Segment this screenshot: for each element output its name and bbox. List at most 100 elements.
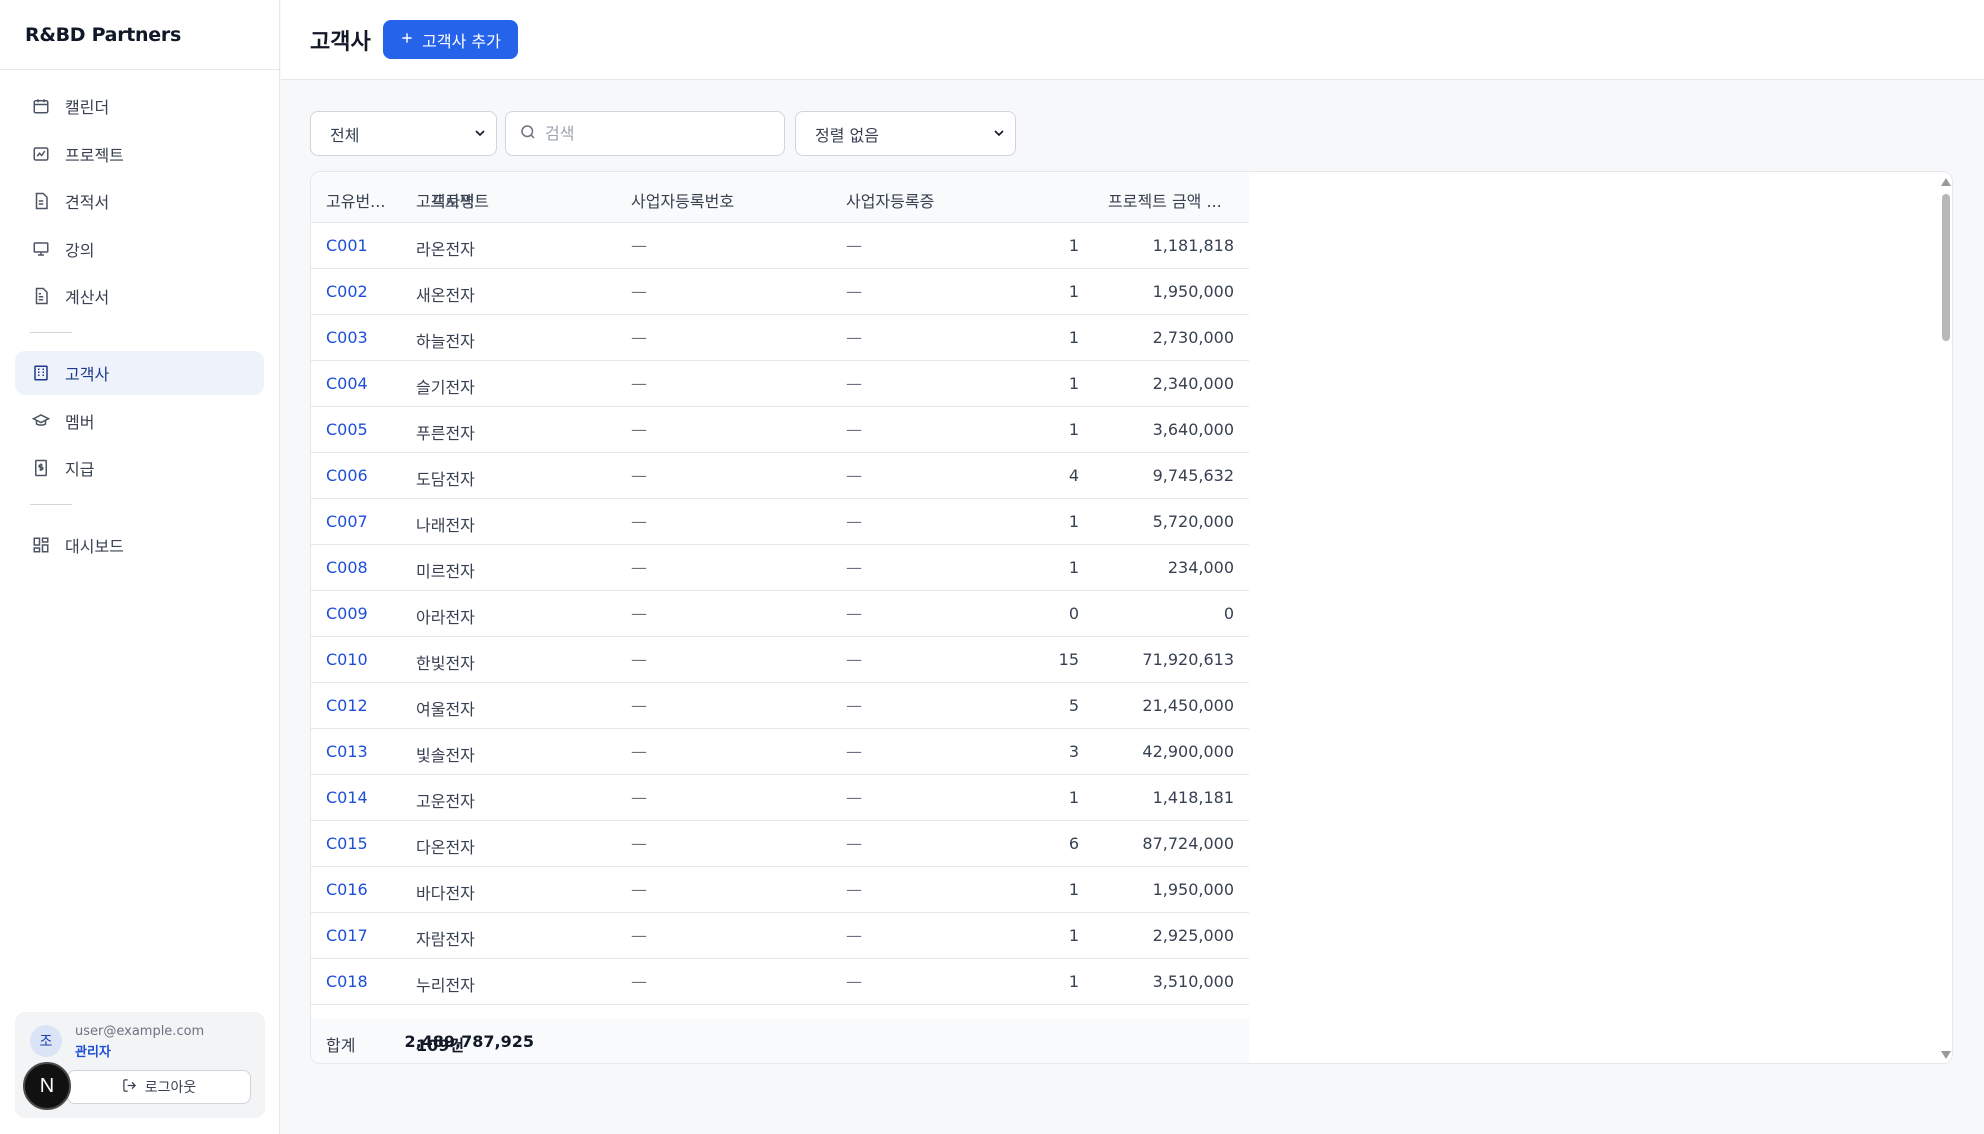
- client-code-link[interactable]: C012: [326, 696, 368, 715]
- sidebar-item-invoices[interactable]: 계산서: [15, 274, 264, 318]
- sidebar-item-label: 대시보드: [65, 537, 124, 556]
- project-count: 1: [1068, 558, 1079, 577]
- column-header-code[interactable]: 고유번...: [326, 188, 385, 212]
- column-header-reg-cert[interactable]: 사업자등록증: [846, 188, 934, 212]
- client-code-link[interactable]: C009: [326, 604, 368, 623]
- client-name: 새온전자: [416, 286, 475, 305]
- table-row[interactable]: C008 미르전자 — — 1 234,000: [311, 545, 1249, 591]
- column-header-amount[interactable]: 프로젝트 금액 ...: [1108, 188, 1222, 212]
- client-code-link[interactable]: C018: [326, 972, 368, 991]
- sidebar-item-calendar[interactable]: 캘린더: [15, 84, 264, 128]
- client-name: 고운전자: [416, 792, 475, 811]
- logout-label: 로그아웃: [144, 1080, 197, 1096]
- reg-cert-value: —: [846, 604, 862, 623]
- table-row[interactable]: C003 하늘전자 — — 1 2,730,000: [311, 315, 1249, 361]
- dev-tools-badge[interactable]: N: [23, 1062, 71, 1110]
- reg-no-value: —: [631, 742, 647, 761]
- table-row[interactable]: C013 빛솔전자 — — 3 42,900,000: [311, 729, 1249, 775]
- sidebar-item-clients[interactable]: 고객사: [15, 351, 264, 395]
- client-code-link[interactable]: C010: [326, 650, 368, 669]
- table-row[interactable]: C015 다온전자 — — 6 87,724,000: [311, 821, 1249, 867]
- nav-divider: [30, 332, 72, 333]
- reg-no-value: —: [631, 834, 647, 853]
- table-row[interactable]: C017 자람전자 — — 1 2,925,000: [311, 913, 1249, 959]
- reg-cert-value: —: [846, 972, 862, 991]
- sidebar-item-label: 견적서: [65, 193, 110, 212]
- sidebar-item-members[interactable]: 멤버: [15, 399, 264, 443]
- logout-button[interactable]: 로그아웃: [67, 1070, 251, 1104]
- table-row[interactable]: C014 고운전자 — — 1 1,418,181: [311, 775, 1249, 821]
- reg-cert-value: —: [846, 328, 862, 347]
- column-header-reg-no[interactable]: 사업자등록번호: [631, 188, 734, 212]
- reg-no-value: —: [631, 374, 647, 393]
- column-header-projects[interactable]: 프로젝트: [430, 188, 489, 212]
- table-header: 고유번... 고객사명 사업자등록번호 사업자등록증 프로젝트 프로젝트 금액 …: [311, 172, 1249, 223]
- table-row[interactable]: C018 누리전자 — — 1 3,510,000: [311, 959, 1249, 1005]
- client-code-link[interactable]: C008: [326, 558, 368, 577]
- client-code-link[interactable]: C005: [326, 420, 368, 439]
- client-code-link[interactable]: C001: [326, 236, 368, 255]
- brand-logo[interactable]: R&BD Partners: [0, 0, 279, 70]
- reg-cert-value: —: [846, 742, 862, 761]
- client-name: 미르전자: [416, 562, 475, 581]
- vertical-scrollbar[interactable]: [1938, 172, 1952, 1063]
- reg-cert-value: —: [846, 466, 862, 485]
- type-filter-value: 전체: [330, 125, 360, 145]
- table-row[interactable]: C009 아라전자 — — 0 0: [311, 591, 1249, 637]
- project-amount: 2,730,000: [1152, 328, 1234, 347]
- client-name: 슬기전자: [416, 378, 475, 397]
- sidebar-nav: 캘린더 프로젝트 견적서 강의 계산서 고객사 멤버 지급 대시보드: [0, 70, 279, 567]
- scroll-down-icon[interactable]: [1941, 1051, 1951, 1059]
- table-row[interactable]: C010 한빛전자 — — 15 71,920,613: [311, 637, 1249, 683]
- project-amount: 2,925,000: [1152, 926, 1234, 945]
- project-count: 1: [1068, 972, 1079, 991]
- sort-select[interactable]: 정렬 없음: [795, 111, 1016, 156]
- sidebar-item-dashboard[interactable]: 대시보드: [15, 523, 264, 567]
- sidebar-item-label: 캘린더: [65, 98, 110, 117]
- client-code-link[interactable]: C013: [326, 742, 368, 761]
- sidebar-item-lectures[interactable]: 강의: [15, 227, 264, 271]
- client-code-link[interactable]: C003: [326, 328, 368, 347]
- table-row[interactable]: C004 슬기전자 — — 1 2,340,000: [311, 361, 1249, 407]
- table-row[interactable]: C002 새온전자 — — 1 1,950,000: [311, 269, 1249, 315]
- nav-divider: [30, 504, 72, 505]
- table-row[interactable]: C016 바다전자 — — 1 1,950,000: [311, 867, 1249, 913]
- table-row[interactable]: C006 도담전자 — — 4 9,745,632: [311, 453, 1249, 499]
- client-code-link[interactable]: C016: [326, 880, 368, 899]
- reg-cert-value: —: [846, 696, 862, 715]
- client-code-link[interactable]: C017: [326, 926, 368, 945]
- scroll-up-icon[interactable]: [1941, 178, 1951, 186]
- project-count: 1: [1068, 282, 1079, 301]
- scrollbar-thumb[interactable]: [1942, 194, 1950, 341]
- client-name: 다온전자: [416, 838, 475, 857]
- table-row[interactable]: C001 라온전자 — — 1 1,181,818: [311, 223, 1249, 269]
- client-code-link[interactable]: C006: [326, 466, 368, 485]
- reg-cert-value: —: [846, 374, 862, 393]
- table-row[interactable]: C007 나래전자 — — 1 5,720,000: [311, 499, 1249, 545]
- avatar: 조: [30, 1025, 62, 1057]
- reg-cert-value: —: [846, 558, 862, 577]
- building-icon: [31, 363, 51, 383]
- client-name: 하늘전자: [416, 332, 475, 351]
- add-client-label: 고객사 추가: [422, 31, 501, 51]
- project-count: 1: [1068, 420, 1079, 439]
- client-code-link[interactable]: C004: [326, 374, 368, 393]
- sidebar-item-projects[interactable]: 프로젝트: [15, 132, 264, 176]
- add-client-button[interactable]: 고객사 추가: [383, 20, 518, 59]
- sidebar-item-quotes[interactable]: 견적서: [15, 179, 264, 223]
- client-code-link[interactable]: C002: [326, 282, 368, 301]
- table-row[interactable]: C005 푸른전자 — — 1 3,640,000: [311, 407, 1249, 453]
- client-code-link[interactable]: C007: [326, 512, 368, 531]
- type-filter-select[interactable]: 전체: [310, 111, 497, 156]
- client-code-link[interactable]: C015: [326, 834, 368, 853]
- calendar-icon: [31, 96, 51, 116]
- project-amount: 9,745,632: [1152, 466, 1234, 485]
- search-field[interactable]: [505, 111, 785, 156]
- client-code-link[interactable]: C014: [326, 788, 368, 807]
- sidebar-item-payments[interactable]: 지급: [15, 446, 264, 490]
- project-amount: 42,900,000: [1142, 742, 1234, 761]
- search-input[interactable]: [545, 124, 765, 143]
- table-row[interactable]: C012 여울전자 — — 5 21,450,000: [311, 683, 1249, 729]
- project-count: 0: [1068, 604, 1079, 623]
- user-email: user@example.com: [75, 1024, 205, 1039]
